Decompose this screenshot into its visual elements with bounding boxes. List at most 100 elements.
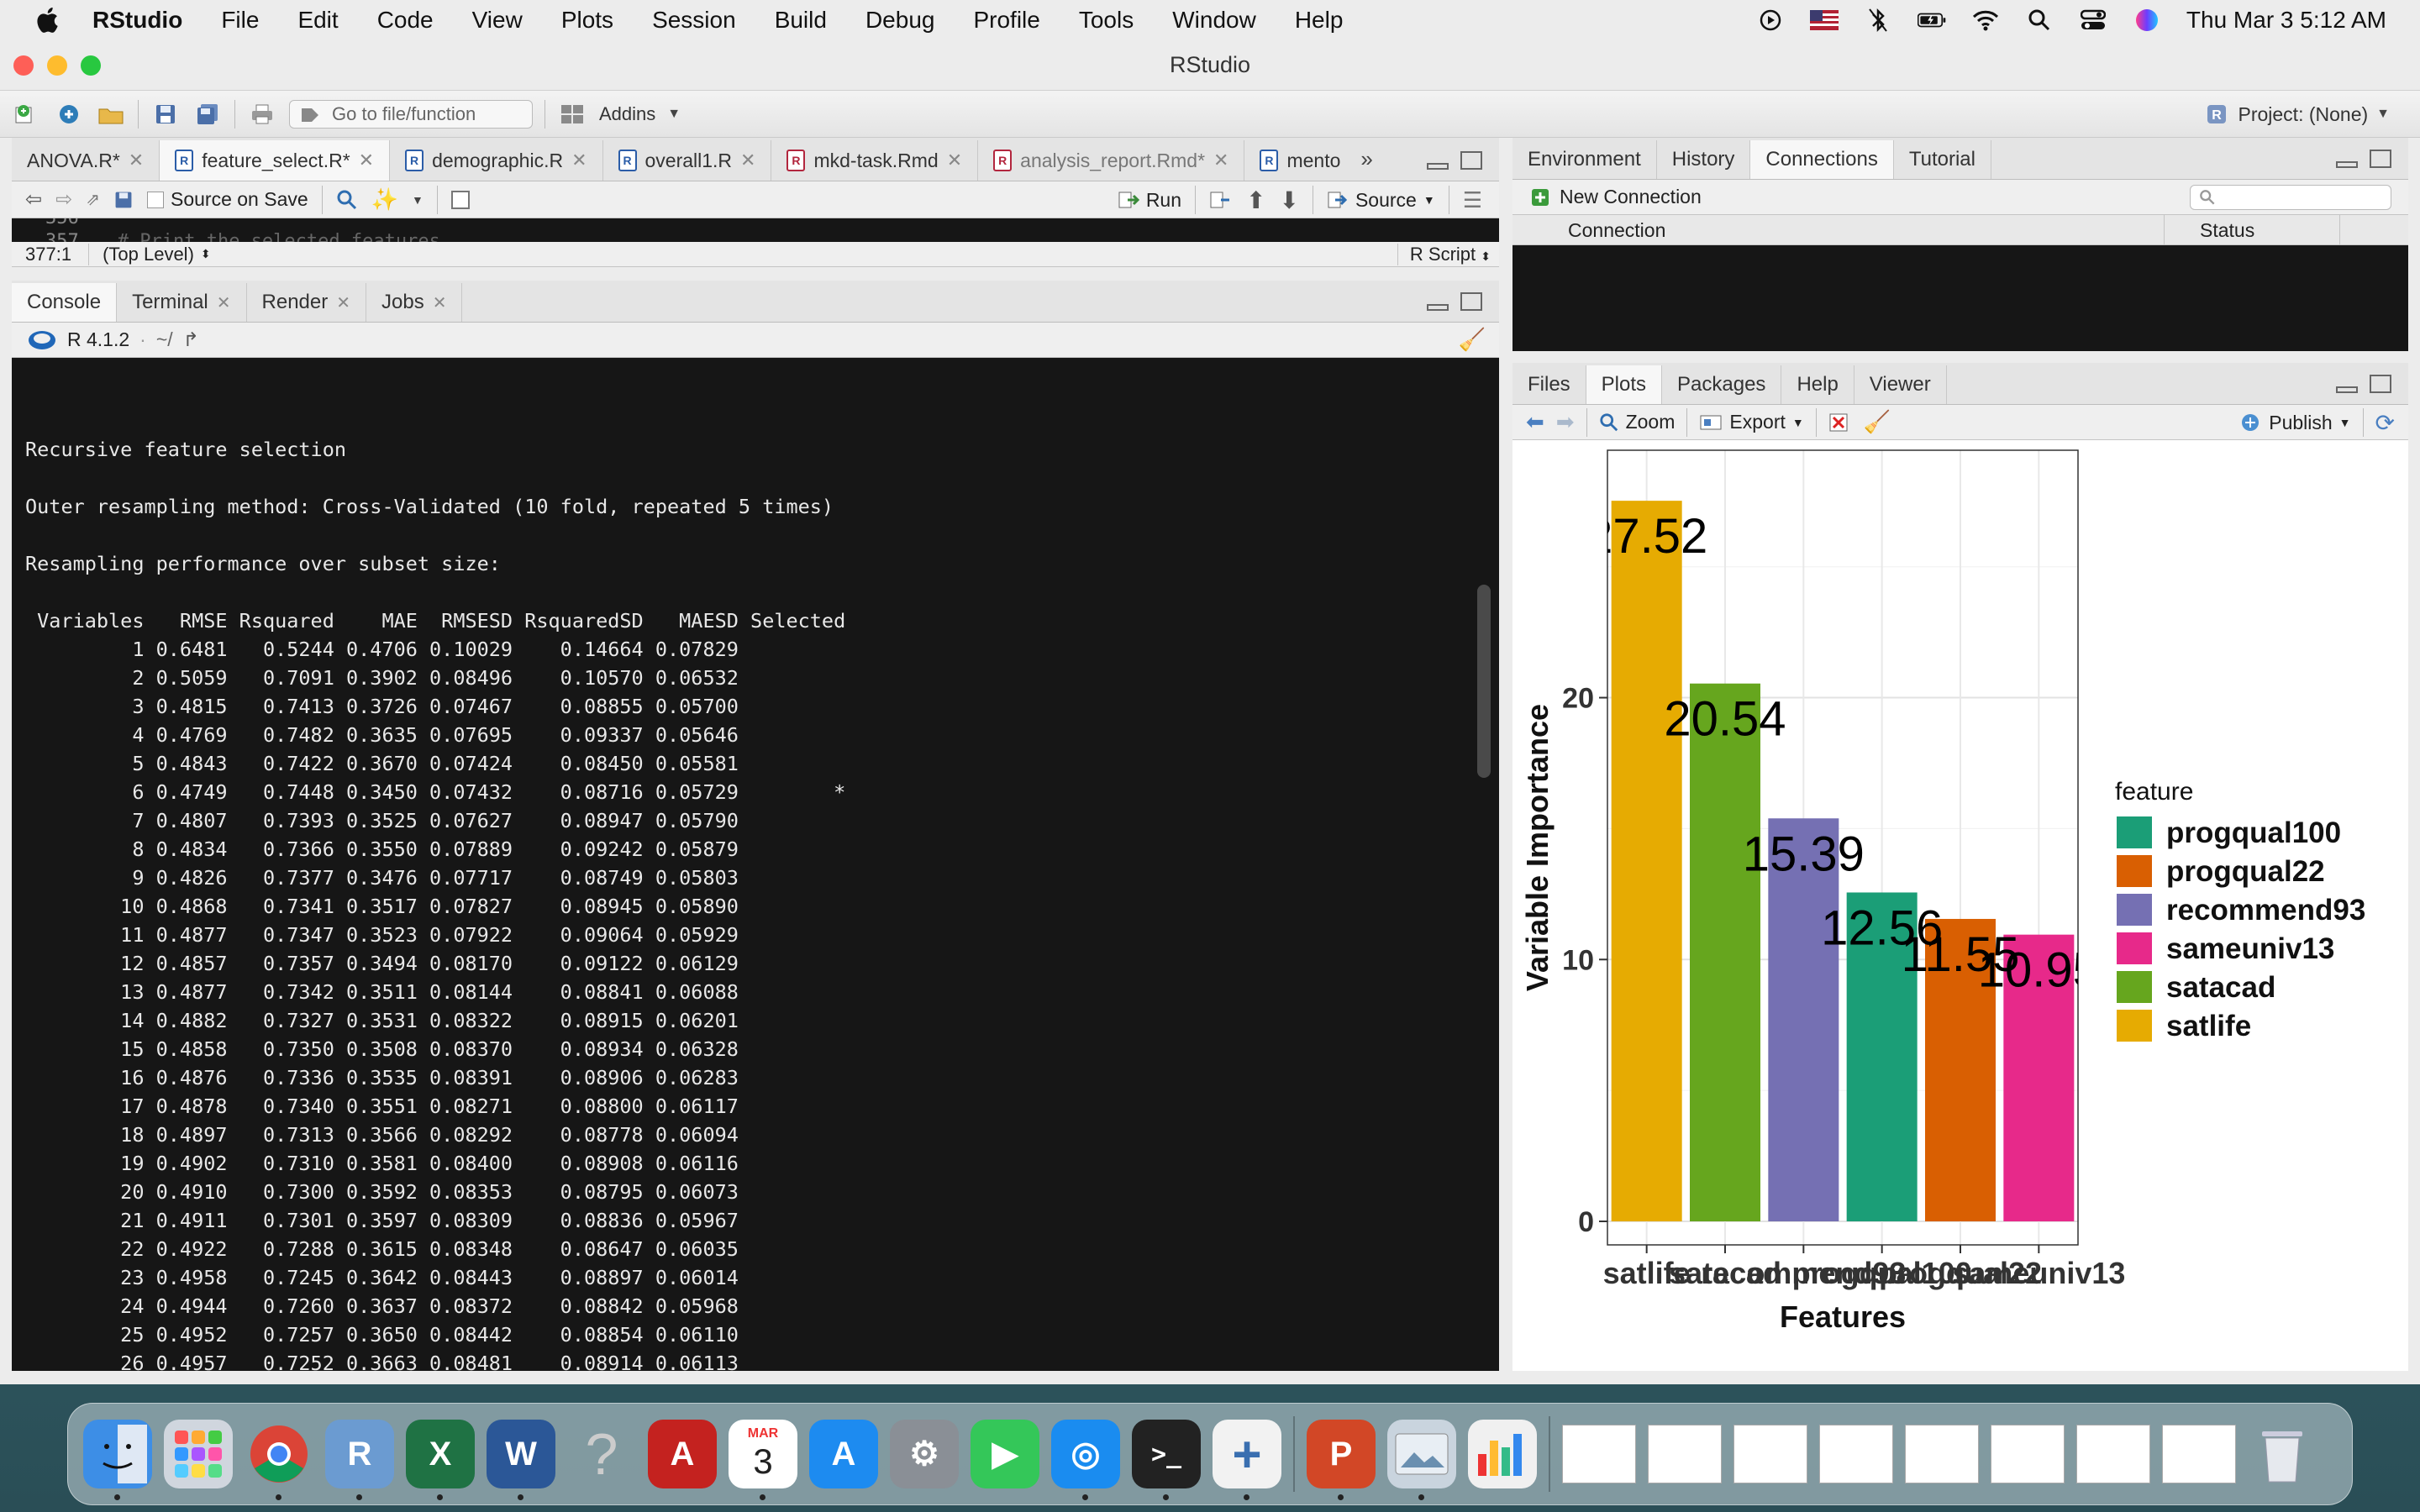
col-status[interactable]: Status — [2200, 219, 2254, 242]
more-tabs-icon[interactable]: » — [1360, 146, 1372, 172]
menu-file[interactable]: File — [221, 7, 259, 34]
tab-jobs[interactable]: Jobs ✕ — [366, 283, 463, 322]
zoom-button[interactable]: Zoom — [1599, 411, 1675, 433]
close-tab-icon[interactable]: ✕ — [336, 292, 350, 313]
forward-arrow-icon[interactable]: ⇨ — [55, 187, 72, 212]
control-center-icon[interactable] — [2079, 6, 2107, 34]
menu-app-name[interactable]: RStudio — [92, 7, 182, 34]
code-tools-wand-icon[interactable]: ✨ — [371, 186, 398, 213]
source-tab-demographic[interactable]: Rdemographic.R ✕ — [390, 140, 603, 181]
siri-icon[interactable] — [2133, 6, 2161, 34]
pane-layout-icon[interactable] — [557, 99, 587, 129]
appstore-icon[interactable]: A — [809, 1420, 878, 1488]
finder-icon[interactable] — [83, 1420, 152, 1500]
previous-plot-icon[interactable]: ⬅ — [1526, 409, 1544, 435]
clear-console-broom-icon[interactable]: 🧹 — [1459, 327, 1486, 353]
play-circle-icon[interactable] — [1756, 6, 1785, 34]
preview-icon[interactable] — [1387, 1420, 1456, 1500]
addins-menu[interactable]: Addins — [599, 103, 655, 125]
menu-edit[interactable]: Edit — [297, 7, 338, 34]
source-tab-anova[interactable]: ANOVA.R* ✕ — [12, 140, 160, 181]
tab-viewer[interactable]: Viewer — [1854, 365, 1947, 404]
tableau-icon[interactable]: + — [1213, 1420, 1281, 1500]
acrobat-icon[interactable]: A — [648, 1420, 717, 1488]
menu-tools[interactable]: Tools — [1079, 7, 1134, 34]
chrome-icon[interactable] — [245, 1420, 313, 1500]
dock-minimized-window[interactable] — [1991, 1425, 2065, 1483]
go-to-directory-icon[interactable]: ↱ — [183, 328, 199, 351]
tab-packages[interactable]: Packages — [1662, 365, 1782, 404]
source-tab-mkd-task[interactable]: Rmkd-task.Rmd ✕ — [771, 140, 979, 181]
menu-plots[interactable]: Plots — [561, 7, 613, 34]
apple-icon[interactable] — [34, 5, 64, 35]
source-button[interactable]: Source ▼ — [1327, 189, 1435, 212]
close-tab-icon[interactable]: ✕ — [1213, 150, 1228, 171]
menu-view[interactable]: View — [472, 7, 523, 34]
close-tab-icon[interactable]: ✕ — [217, 292, 231, 313]
goto-file-function-input[interactable]: Go to file/function — [289, 99, 533, 129]
maximize-pane-icon[interactable] — [2370, 150, 2391, 168]
powerpoint-icon[interactable]: P — [1307, 1420, 1376, 1500]
close-tab-icon[interactable]: ✕ — [740, 150, 755, 171]
rerun-icon[interactable] — [1209, 190, 1233, 210]
back-arrow-icon[interactable]: ⇦ — [25, 187, 42, 212]
menu-session[interactable]: Session — [652, 7, 736, 34]
tab-help[interactable]: Help — [1781, 365, 1854, 404]
save-all-icon[interactable] — [192, 99, 223, 129]
minimize-pane-icon[interactable] — [2336, 161, 2358, 168]
facetime-icon[interactable]: ▶ — [971, 1420, 1039, 1488]
tab-environment[interactable]: Environment — [1512, 140, 1657, 179]
close-tab-icon[interactable]: ✕ — [947, 150, 962, 171]
show-in-window-icon[interactable]: ⇗ — [86, 189, 100, 210]
dock-minimized-window[interactable] — [1562, 1425, 1636, 1483]
tab-render[interactable]: Render ✕ — [247, 283, 367, 322]
source-tab-overall1[interactable]: Roverall1.R ✕ — [603, 140, 772, 181]
new-project-icon[interactable] — [54, 99, 84, 129]
dock-minimized-window[interactable] — [2162, 1425, 2236, 1483]
trash-icon[interactable] — [2248, 1420, 2317, 1488]
next-plot-icon[interactable]: ➡ — [1556, 409, 1575, 435]
launchpad-icon[interactable] — [164, 1420, 233, 1488]
tab-console[interactable]: Console — [12, 283, 118, 322]
word-icon[interactable]: W — [487, 1420, 555, 1500]
code-editor[interactable]: 356 357 # Print the selected features — [12, 218, 1499, 242]
safari-icon[interactable]: ◎ — [1051, 1420, 1120, 1500]
menubar-clock[interactable]: Thu Mar 3 5:12 AM — [2186, 7, 2386, 34]
bluetooth-off-icon[interactable] — [1864, 6, 1892, 34]
publish-button[interactable]: Publish ▼ — [2238, 412, 2351, 434]
menu-debug[interactable]: Debug — [865, 7, 935, 34]
close-tab-icon[interactable]: ✕ — [571, 150, 587, 171]
minimize-window-button[interactable] — [47, 55, 67, 76]
menu-profile[interactable]: Profile — [973, 7, 1039, 34]
tab-plots[interactable]: Plots — [1586, 365, 1663, 404]
close-window-button[interactable] — [13, 55, 34, 76]
tab-connections[interactable]: Connections — [1750, 140, 1894, 179]
minimize-pane-icon[interactable] — [2336, 386, 2358, 393]
project-menu[interactable]: R Project: (None) ▼ — [2204, 91, 2390, 138]
print-icon[interactable] — [247, 99, 277, 129]
open-folder-icon[interactable] — [96, 99, 126, 129]
source-on-save-checkbox[interactable]: Source on Save — [146, 188, 308, 211]
charts-icon[interactable] — [1468, 1420, 1537, 1488]
minimize-pane-icon[interactable] — [1427, 304, 1449, 311]
export-button[interactable]: Export ▼ — [1699, 411, 1804, 433]
addins-dropdown-icon[interactable]: ▼ — [667, 107, 681, 122]
connections-search-input[interactable] — [2190, 185, 2391, 210]
save-icon[interactable] — [150, 99, 181, 129]
refresh-plot-icon[interactable]: ⟳ — [2375, 409, 2395, 437]
menu-window[interactable]: Window — [1172, 7, 1256, 34]
connections-list[interactable] — [1512, 245, 2408, 351]
remove-plot-icon[interactable] — [1828, 412, 1852, 433]
close-tab-icon[interactable]: ✕ — [433, 292, 447, 313]
source-tab-analysis-report[interactable]: Ranalysis_report.Rmd* ✕ — [978, 140, 1245, 181]
calendar-icon[interactable]: MAR 3 — [729, 1420, 797, 1500]
battery-icon[interactable] — [1917, 6, 1946, 34]
system-preferences-icon[interactable]: ⚙ — [890, 1420, 959, 1488]
console-scrollbar[interactable] — [1477, 585, 1491, 778]
dock-minimized-window[interactable] — [1648, 1425, 1722, 1483]
source-tab-mento[interactable]: Rmento — [1244, 140, 1355, 181]
tab-tutorial[interactable]: Tutorial — [1894, 140, 1991, 179]
dock-minimized-window[interactable] — [1905, 1425, 1979, 1483]
document-outline-icon[interactable]: ☰ — [1463, 187, 1482, 213]
source-tab-feature-select[interactable]: Rfeature_select.R* ✕ — [160, 140, 391, 181]
